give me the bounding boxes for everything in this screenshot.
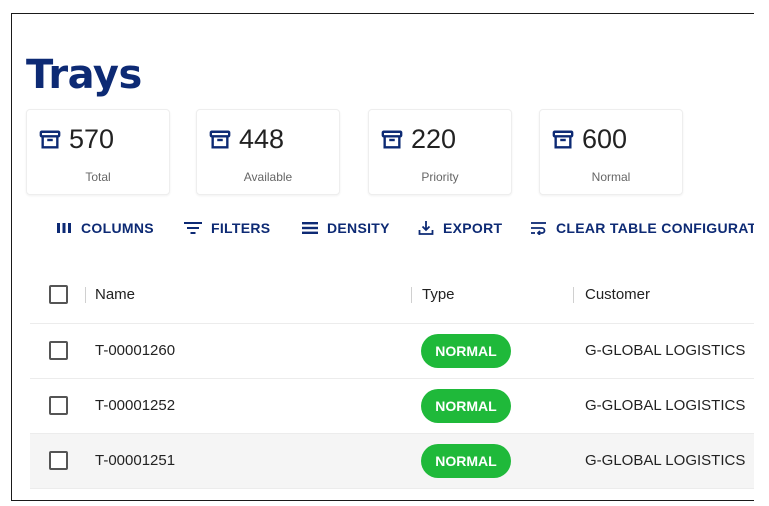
cell-customer: G-GLOBAL LOGISTICS [585,397,746,414]
stat-label: Normal [591,170,631,184]
archive-icon [552,130,574,149]
column-separator[interactable] [573,287,574,303]
cell-customer: G-GLOBAL LOGISTICS [585,452,746,469]
stat-value: 600 [582,124,628,154]
columns-button[interactable]: COLUMNS [56,220,154,236]
stat-card-available: 448 Available [196,109,340,195]
filters-button[interactable]: FILTERS [184,220,270,236]
type-badge: NORMAL [421,389,511,423]
stat-card-normal: 600 Normal [539,109,683,195]
row-checkbox[interactable] [49,451,68,470]
type-badge: NORMAL [421,444,511,478]
cell-name: T-00001260 [95,342,176,359]
table-toolbar: COLUMNS FILTERS DENSITY EXPORT CLEAR TAB… [12,220,754,240]
filters-label: FILTERS [211,220,271,236]
cell-customer: G-GLOBAL LOGISTICS [585,342,746,359]
row-checkbox[interactable] [49,341,68,360]
cell-name: T-00001251 [95,452,176,469]
table-row[interactable]: T-00001251 NORMAL G-GLOBAL LOGISTICS [30,434,754,489]
table-header-row: Name Type Customer [30,268,754,324]
stat-label: Available [243,170,293,184]
stat-card-total: 570 Total [26,109,170,195]
clear-table-config-button[interactable]: CLEAR TABLE CONFIGURAT [530,220,754,236]
archive-icon [381,130,403,149]
stat-card-priority: 220 Priority [368,109,512,195]
select-all-checkbox[interactable] [49,285,68,304]
export-label: EXPORT [443,220,503,236]
clear-table-config-label: CLEAR TABLE CONFIGURAT [556,220,754,236]
stat-label: Priority [421,170,459,184]
trays-table: Name Type Customer T-00001260 NORMAL G-G… [30,268,754,489]
app-frame: Trays 570 Total 448 Available 220 Priori… [11,13,754,501]
column-separator[interactable] [85,287,86,303]
column-header-customer[interactable]: Customer [585,268,650,322]
archive-icon [39,130,61,149]
export-button[interactable]: EXPORT [418,220,502,236]
page-title: Trays [26,52,142,98]
density-icon [302,222,318,234]
columns-label: COLUMNS [81,220,154,236]
row-checkbox[interactable] [49,396,68,415]
table-row[interactable]: T-00001252 NORMAL G-GLOBAL LOGISTICS [30,379,754,434]
stat-value: 448 [239,124,285,154]
column-header-type[interactable]: Type [422,268,455,322]
stat-label: Total [85,170,111,184]
stat-value: 570 [69,124,115,154]
table-row[interactable]: T-00001260 NORMAL G-GLOBAL LOGISTICS [30,324,754,379]
download-icon [418,221,434,235]
cell-name: T-00001252 [95,397,176,414]
density-label: DENSITY [327,220,390,236]
archive-icon [209,130,231,149]
type-badge: NORMAL [421,334,511,368]
columns-icon [57,223,71,233]
wrap-text-icon [531,222,546,235]
column-header-name[interactable]: Name [95,268,135,322]
column-separator[interactable] [411,287,412,303]
filter-icon [184,222,202,234]
density-button[interactable]: DENSITY [302,220,390,236]
stat-value: 220 [411,124,457,154]
